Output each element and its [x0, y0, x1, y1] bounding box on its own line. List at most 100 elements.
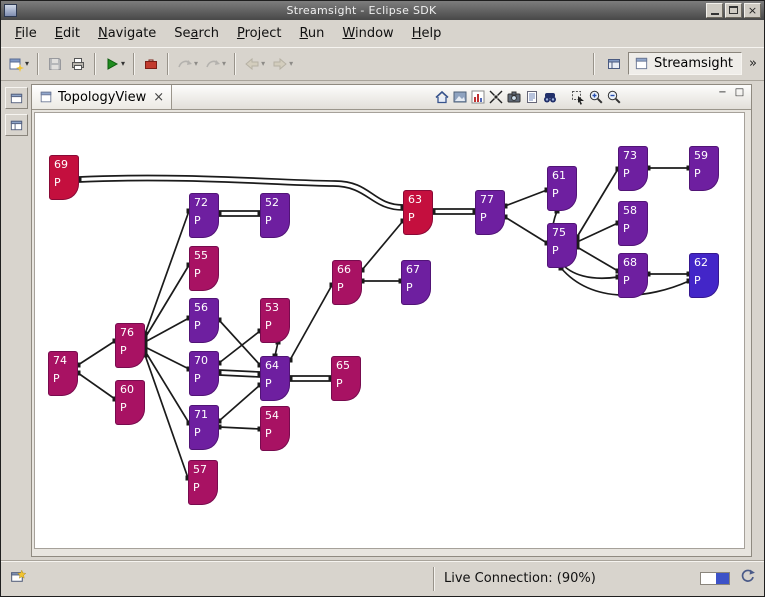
- forward-button[interactable]: ▾: [269, 52, 296, 76]
- menu-help[interactable]: Help: [403, 22, 451, 45]
- graph-node-71[interactable]: 71P: [189, 405, 219, 450]
- toolbar-separator: [593, 53, 595, 75]
- graph-node-69[interactable]: 69P: [49, 155, 79, 200]
- skip-button-2[interactable]: ▾: [202, 52, 229, 76]
- graph-node-76[interactable]: 76P: [115, 323, 145, 368]
- zoom-in-button[interactable]: [587, 88, 604, 107]
- node-id-label: 53: [265, 301, 290, 314]
- minimize-view-icon[interactable]: −: [716, 87, 729, 100]
- graph-node-72[interactable]: 72 P: [189, 193, 219, 238]
- zoom-in-icon: [588, 89, 604, 105]
- close-icon[interactable]: ×: [744, 3, 761, 18]
- progress-indicator: [700, 572, 730, 585]
- graph-node-65[interactable]: 65P: [331, 356, 361, 401]
- minimize-icon[interactable]: [706, 3, 723, 18]
- node-port-label: P: [694, 167, 719, 180]
- node-port-label: P: [623, 222, 648, 235]
- node-port-label: P: [193, 481, 218, 494]
- menu-project[interactable]: Project: [228, 22, 291, 45]
- menu-search[interactable]: Search: [165, 22, 228, 45]
- new-wizard-button[interactable]: ▾: [5, 52, 32, 76]
- home-button[interactable]: [433, 88, 450, 107]
- node-id-label: 72: [194, 196, 219, 209]
- back-button[interactable]: ▾: [241, 52, 268, 76]
- graph-node-59[interactable]: 59P: [689, 146, 719, 191]
- chart-button[interactable]: [469, 88, 486, 107]
- statusbar-view-button[interactable]: [7, 566, 28, 591]
- title-bar[interactable]: Streamsight - Eclipse SDK ×: [1, 1, 764, 20]
- window-menu-icon[interactable]: [4, 4, 17, 17]
- node-id-label: 54: [265, 409, 290, 422]
- graph-node-75[interactable]: 75P: [547, 223, 577, 268]
- graph-node-73[interactable]: 73P: [618, 146, 648, 191]
- tab-label: TopologyView: [58, 90, 146, 105]
- run-external-tools-button[interactable]: ▾: [101, 52, 128, 76]
- maximize-icon[interactable]: [725, 3, 742, 18]
- node-port-label: P: [623, 274, 648, 287]
- save-button[interactable]: [44, 52, 66, 76]
- refresh-button[interactable]: [739, 568, 756, 589]
- open-perspective-icon: [606, 56, 622, 72]
- graph-node-64[interactable]: 64P: [260, 356, 290, 401]
- overview-button[interactable]: [451, 88, 468, 107]
- node-port-label: P: [408, 211, 433, 224]
- open-perspective-button[interactable]: [603, 53, 625, 75]
- maximize-view-icon[interactable]: □: [733, 87, 746, 100]
- graph-node-58[interactable]: 58P: [618, 201, 648, 246]
- graph-node-55[interactable]: 55P: [189, 246, 219, 291]
- marquee-zoom-icon: [570, 89, 586, 105]
- skip-button-1[interactable]: ▾: [174, 52, 201, 76]
- graph-node-53[interactable]: 53P: [260, 298, 290, 343]
- perspective-streamsight-button[interactable]: Streamsight: [628, 52, 742, 75]
- overview-icon: [452, 89, 468, 105]
- menu-file[interactable]: File: [6, 22, 46, 45]
- graph-node-54[interactable]: 54P: [260, 406, 290, 451]
- graph-node-52[interactable]: 52P: [260, 193, 290, 238]
- graph-node-56[interactable]: 56P: [189, 298, 219, 343]
- node-id-label: 66: [337, 263, 362, 276]
- tab-topologyview[interactable]: TopologyView ×: [32, 85, 172, 109]
- connection-status: Live Connection: (90%): [444, 571, 596, 586]
- graph-node-77[interactable]: 77P: [475, 190, 505, 235]
- node-port-label: P: [194, 214, 219, 227]
- graph-node-61[interactable]: 61P: [547, 166, 577, 211]
- toolbox-button[interactable]: [140, 52, 162, 76]
- marquee-zoom-button[interactable]: [569, 88, 586, 107]
- fit-to-screen-icon: [488, 89, 504, 105]
- fastview-button-1[interactable]: [5, 87, 28, 109]
- binoculars-icon: [542, 89, 558, 105]
- node-id-label: 75: [552, 226, 577, 239]
- graph-node-68[interactable]: 68P: [618, 253, 648, 298]
- zoom-out-button[interactable]: [605, 88, 622, 107]
- menu-run[interactable]: Run: [290, 22, 333, 45]
- toolbox-icon: [143, 56, 159, 72]
- node-port-label: P: [194, 267, 219, 280]
- node-id-label: 57: [193, 463, 218, 476]
- find-button[interactable]: [541, 88, 558, 107]
- print-button[interactable]: [67, 52, 89, 76]
- graph-node-67[interactable]: 67P: [401, 260, 431, 305]
- graph-node-62[interactable]: 62P: [689, 253, 719, 298]
- graph-node-70[interactable]: 70P: [189, 351, 219, 396]
- menu-navigate[interactable]: Navigate: [89, 22, 165, 45]
- topology-canvas[interactable]: 69P72P52P55P56P53P76P74P70P60P64P71P54P5…: [34, 112, 745, 549]
- graph-node-57[interactable]: 57 P: [188, 460, 218, 505]
- node-port-label: P: [552, 187, 577, 200]
- toolbar-overflow-chevron[interactable]: »: [749, 56, 757, 71]
- snapshot-button[interactable]: [505, 88, 522, 107]
- editor-area: TopologyView ×: [31, 84, 752, 557]
- node-id-label: 64: [265, 359, 290, 372]
- graph-node-60[interactable]: 60P: [115, 380, 145, 425]
- menu-edit[interactable]: Edit: [46, 22, 89, 45]
- fastview-button-2[interactable]: [5, 114, 28, 136]
- graph-node-74[interactable]: 74P: [48, 351, 78, 396]
- graph-node-63[interactable]: 63P: [403, 190, 433, 235]
- node-id-label: 67: [406, 263, 431, 276]
- close-tab-icon[interactable]: ×: [153, 91, 164, 104]
- fit-to-screen-button[interactable]: [487, 88, 504, 107]
- graph-node-66[interactable]: 66P: [332, 260, 362, 305]
- report-button[interactable]: [523, 88, 540, 107]
- node-id-label: 60: [120, 383, 145, 396]
- menu-window[interactable]: Window: [333, 22, 402, 45]
- dropdown-arrow-icon: ▾: [261, 59, 265, 68]
